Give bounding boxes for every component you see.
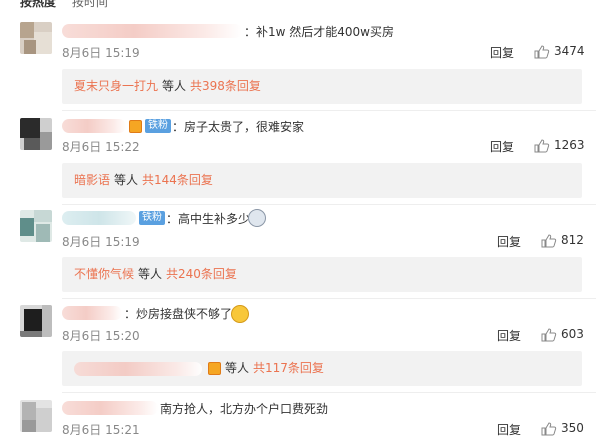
username-blurred[interactable]	[62, 119, 126, 133]
scared-emoji-icon	[248, 209, 266, 227]
sort-by-time[interactable]: 按时间	[72, 0, 108, 9]
sub-reply-others: 等人	[162, 79, 187, 93]
reply-button[interactable]: 回复	[490, 138, 514, 155]
fan-badge: 铁粉	[139, 211, 165, 225]
comment-time: 8月6日 15:21	[62, 423, 140, 437]
reply-button[interactable]: 回复	[497, 233, 521, 250]
comment-time: 8月6日 15:20	[62, 329, 140, 343]
sub-reply-summary[interactable]: 不懂你气候 等人 共240条回复	[62, 257, 582, 292]
avatar-image	[20, 400, 52, 432]
like-button[interactable]: 350	[541, 421, 593, 437]
thumbs-up-icon	[541, 328, 557, 342]
vip-icon	[129, 120, 142, 133]
fan-badge: 铁粉	[145, 119, 171, 133]
like-count: 1263	[554, 138, 585, 152]
avatar[interactable]	[20, 210, 52, 242]
sub-reply-summary[interactable]: 暗影语 等人 共144条回复	[62, 163, 582, 198]
like-count: 812	[561, 233, 584, 247]
sub-reply-user[interactable]: 夏末只身一打九	[74, 79, 158, 93]
username-blurred[interactable]	[62, 211, 136, 225]
sub-reply-others: 等人	[138, 267, 163, 281]
sort-by-hot[interactable]: 按热度	[20, 0, 56, 9]
comment-text: 南方抢人，北方办个户口费死劲	[160, 402, 329, 416]
like-count: 350	[561, 421, 584, 435]
username-blurred[interactable]	[62, 24, 242, 38]
divider	[62, 392, 596, 393]
avatar-image	[20, 22, 52, 54]
comment-text: ：房子太贵了，很难安家	[172, 120, 305, 134]
comment-time: 8月6日 15:19	[62, 235, 140, 249]
sub-reply-count[interactable]: 共117条回复	[253, 361, 324, 375]
sub-reply-count[interactable]: 共240条回复	[166, 267, 237, 281]
like-count: 3474	[554, 44, 585, 58]
sort-bar: 按热度 按时间	[20, 0, 108, 10]
like-button[interactable]: 1263	[534, 138, 594, 154]
reply-button[interactable]: 回复	[497, 327, 521, 344]
comment-text: ：炒房接盘侠不够了	[124, 307, 233, 321]
comment-time: 8月6日 15:19	[62, 46, 140, 60]
avatar-image	[20, 305, 52, 337]
username-blurred[interactable]	[62, 401, 158, 415]
thinking-emoji-icon	[231, 305, 249, 323]
thumbs-up-icon	[541, 234, 557, 248]
avatar[interactable]	[20, 118, 52, 150]
vip-icon	[208, 362, 221, 375]
avatar[interactable]	[20, 400, 52, 432]
divider	[62, 298, 596, 299]
avatar[interactable]	[20, 22, 52, 54]
like-button[interactable]: 3474	[534, 44, 594, 60]
avatar[interactable]	[20, 305, 52, 337]
like-button[interactable]: 812	[541, 233, 593, 249]
comment-time: 8月6日 15:22	[62, 140, 140, 154]
sub-reply-count[interactable]: 共398条回复	[190, 79, 261, 93]
sub-reply-user[interactable]: 暗影语	[74, 173, 110, 187]
sub-reply-others: 等人	[114, 173, 139, 187]
avatar-image	[20, 118, 52, 150]
thumbs-up-icon	[534, 139, 550, 153]
thumbs-up-icon	[534, 45, 550, 59]
comment-text: ：高中生补多少	[166, 212, 251, 226]
avatar-image	[20, 210, 52, 242]
username-blurred[interactable]	[62, 306, 122, 320]
sub-reply-summary[interactable]: 等人 共117条回复	[62, 351, 582, 386]
reply-button[interactable]: 回复	[490, 44, 514, 61]
sub-reply-user[interactable]: 不懂你气候	[74, 267, 134, 281]
sub-reply-others: 等人	[225, 361, 250, 375]
like-count: 603	[561, 327, 584, 341]
like-button[interactable]: 603	[541, 327, 593, 343]
divider	[62, 110, 596, 111]
sub-reply-count[interactable]: 共144条回复	[142, 173, 213, 187]
comment-text: ：补1w 然后才能400w买房	[244, 25, 394, 39]
sub-reply-user-blurred[interactable]	[74, 361, 202, 376]
sub-reply-summary[interactable]: 夏末只身一打九 等人 共398条回复	[62, 69, 582, 104]
reply-button[interactable]: 回复	[497, 421, 521, 438]
thumbs-up-icon	[541, 422, 557, 436]
divider	[62, 204, 596, 205]
